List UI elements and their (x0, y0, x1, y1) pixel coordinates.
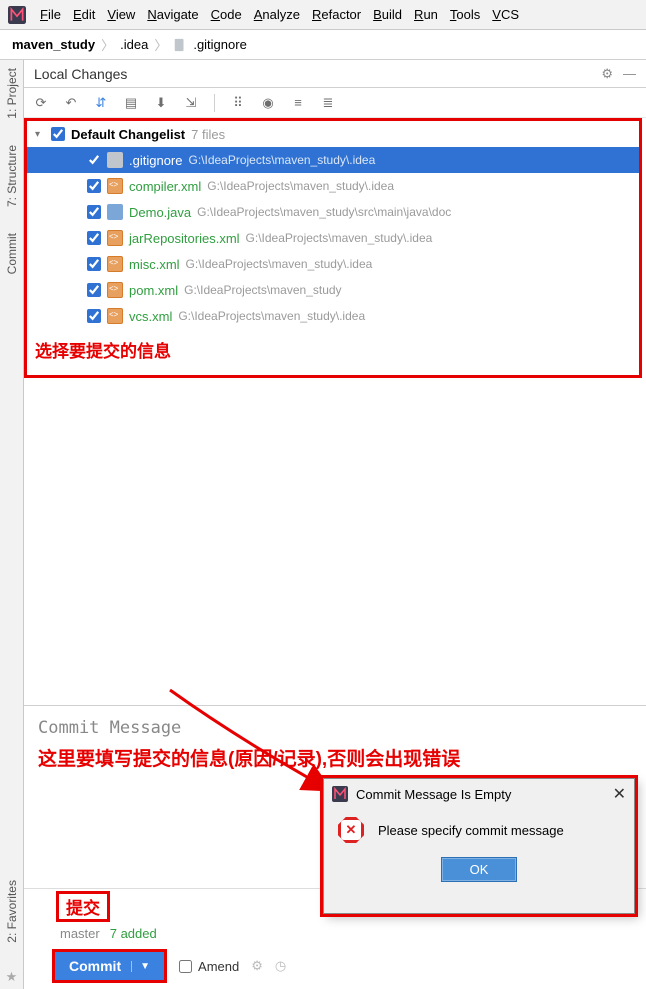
app-logo-icon (8, 6, 26, 24)
minimize-icon[interactable]: — (623, 66, 636, 82)
annotation-select-files: 选择要提交的信息 (27, 329, 639, 362)
star-icon: ★ (2, 965, 22, 989)
file-row[interactable]: misc.xml G:\IdeaProjects\maven_study\.ide… (27, 251, 639, 277)
changes-toolbar: ⟳ ↶ ⇵ ▤ ⬇ ⇲ ⠿ ◉ ≡ ≣ (24, 88, 646, 118)
file-type-icon (107, 256, 123, 272)
file-checkbox[interactable] (87, 283, 101, 297)
menu-file[interactable]: File (34, 5, 67, 24)
file-type-icon (107, 178, 123, 194)
left-sidebar: 1: Project 7: Structure Commit 2: Favori… (0, 60, 24, 989)
diff-icon[interactable]: ⇵ (92, 94, 110, 112)
file-name: .gitignore (129, 153, 182, 168)
chevron-right-icon: 〉 (154, 35, 167, 54)
file-path: G:\IdeaProjects\maven_study\.idea (207, 179, 394, 193)
menu-bar: FileEditViewNavigateCodeAnalyzeRefactorB… (0, 0, 646, 30)
file-type-icon (107, 308, 123, 324)
file-path: G:\IdeaProjects\maven_study\src\main\jav… (197, 205, 451, 219)
error-icon: ✕ (338, 817, 364, 843)
breadcrumb-root[interactable]: maven_study (12, 37, 95, 52)
file-row[interactable]: pom.xml G:\IdeaProjects\maven_study (27, 277, 639, 303)
file-type-icon (107, 282, 123, 298)
menu-edit[interactable]: Edit (67, 5, 101, 24)
file-checkbox[interactable] (87, 257, 101, 271)
menu-navigate[interactable]: Navigate (141, 5, 204, 24)
commit-button[interactable]: Commit▼ (55, 952, 164, 980)
file-name: jarRepositories.xml (129, 231, 240, 246)
amend-checkbox[interactable]: Amend (179, 959, 239, 974)
changelist-tree: ▾ Default Changelist 7 files .gitignore G… (24, 118, 642, 378)
file-checkbox[interactable] (87, 179, 101, 193)
annotation-commit-msg: 这里要填写提交的信息(原因/记录),否则会出现错误 (24, 742, 646, 773)
chevron-down-icon[interactable]: ▼ (131, 961, 150, 972)
file-type-icon (107, 152, 123, 168)
changelist-header[interactable]: ▾ Default Changelist 7 files (27, 121, 639, 147)
changelist-name: Default Changelist (71, 127, 185, 142)
dialog-message: Please specify commit message (378, 823, 564, 838)
breadcrumb: maven_study 〉 .idea 〉 .gitignore (0, 30, 646, 60)
app-logo-icon (332, 786, 348, 802)
added-count: 7 added (110, 926, 157, 941)
tab-commit[interactable]: Commit (3, 229, 21, 278)
menu-view[interactable]: View (101, 5, 141, 24)
menu-vcs[interactable]: VCS (486, 5, 525, 24)
file-path: G:\IdeaProjects\maven_study\.idea (246, 231, 433, 245)
file-name: pom.xml (129, 283, 178, 298)
changelist-count: 7 files (191, 127, 225, 142)
refresh-icon[interactable]: ⟳ (32, 94, 50, 112)
preview-icon[interactable]: ◉ (259, 94, 277, 112)
rollback-icon[interactable]: ↶ (62, 94, 80, 112)
file-type-icon (107, 230, 123, 246)
file-path: G:\IdeaProjects\maven_study\.idea (178, 309, 365, 323)
file-icon (173, 38, 187, 52)
chevron-right-icon: 〉 (101, 35, 114, 54)
chevron-down-icon[interactable]: ▾ (35, 129, 45, 140)
menu-run[interactable]: Run (408, 5, 444, 24)
group-icon[interactable]: ⠿ (229, 94, 247, 112)
tab-structure[interactable]: 7: Structure (3, 141, 21, 211)
expand-icon[interactable]: ≡ (289, 94, 307, 112)
menu-analyze[interactable]: Analyze (248, 5, 306, 24)
menu-tools[interactable]: Tools (444, 5, 486, 24)
file-type-icon (107, 204, 123, 220)
file-path: G:\IdeaProjects\maven_study\.idea (186, 257, 373, 271)
file-name: vcs.xml (129, 309, 172, 324)
branch-name: master (60, 926, 100, 941)
file-row[interactable]: jarRepositories.xml G:\IdeaProjects\maven… (27, 225, 639, 251)
menu-refactor[interactable]: Refactor (306, 5, 367, 24)
changelist-checkbox[interactable] (51, 127, 65, 141)
file-path: G:\IdeaProjects\maven_study\.idea (188, 153, 375, 167)
file-row[interactable]: Demo.java G:\IdeaProjects\maven_study\src… (27, 199, 639, 225)
history-icon[interactable]: ◷ (275, 958, 286, 974)
breadcrumb-leaf[interactable]: .gitignore (193, 37, 246, 52)
annotation-submit: 提交 (56, 891, 110, 922)
menu-build[interactable]: Build (367, 5, 408, 24)
error-dialog: Commit Message Is Empty ✕ ✕ Please speci… (323, 778, 635, 914)
file-checkbox[interactable] (87, 205, 101, 219)
file-row[interactable]: .gitignore G:\IdeaProjects\maven_study\.i… (27, 147, 639, 173)
file-name: misc.xml (129, 257, 180, 272)
file-checkbox[interactable] (87, 153, 101, 167)
breadcrumb-mid[interactable]: .idea (120, 37, 148, 52)
close-icon[interactable]: ✕ (613, 784, 626, 804)
panel-title: Local Changes (34, 66, 127, 82)
changelist-icon[interactable]: ▤ (122, 94, 140, 112)
file-checkbox[interactable] (87, 231, 101, 245)
file-checkbox[interactable] (87, 309, 101, 323)
unshelve-icon[interactable]: ⇲ (182, 94, 200, 112)
file-row[interactable]: compiler.xml G:\IdeaProjects\maven_study\… (27, 173, 639, 199)
file-path: G:\IdeaProjects\maven_study (184, 283, 341, 297)
file-name: Demo.java (129, 205, 191, 220)
gear-icon[interactable]: ⚙ (251, 958, 263, 974)
dialog-title: Commit Message Is Empty (356, 787, 511, 802)
tab-project[interactable]: 1: Project (3, 64, 21, 123)
shelve-icon[interactable]: ⬇ (152, 94, 170, 112)
file-name: compiler.xml (129, 179, 201, 194)
commit-message-label: Commit Message (24, 705, 646, 742)
ok-button[interactable]: OK (441, 857, 518, 882)
collapse-icon[interactable]: ≣ (319, 94, 337, 112)
file-row[interactable]: vcs.xml G:\IdeaProjects\maven_study\.idea (27, 303, 639, 329)
tab-favorites[interactable]: 2: Favorites (3, 876, 21, 947)
gear-icon[interactable]: ⚙ (601, 66, 613, 82)
menu-code[interactable]: Code (205, 5, 248, 24)
